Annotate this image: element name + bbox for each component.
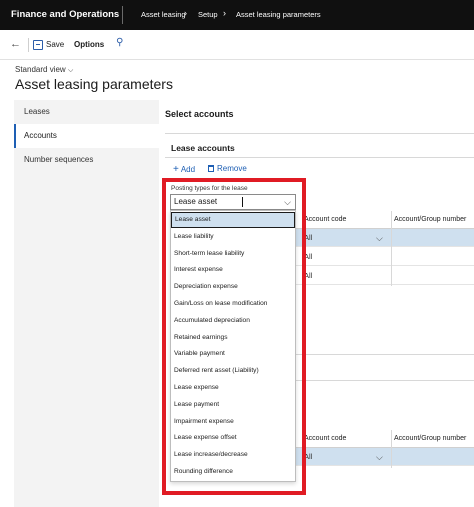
app-title[interactable]: Finance and Operations — [11, 9, 119, 20]
options-button[interactable]: Options — [74, 40, 104, 49]
grid-header: Account code Account/Group number — [294, 211, 474, 229]
column-header-account-code[interactable]: Account code — [304, 216, 346, 223]
search-icon[interactable]: ⚲ — [116, 37, 123, 48]
section-title: Select accounts — [165, 109, 234, 119]
add-button[interactable]: + Add — [173, 164, 195, 175]
action-pane: ← Save Options ⚲ — [0, 30, 474, 60]
breadcrumb-current-page: Asset leasing parameters — [236, 10, 321, 19]
view-name: Standard view — [15, 65, 66, 74]
plus-icon: + — [173, 164, 179, 175]
chevron-down-icon[interactable]: ⌵ — [376, 452, 383, 463]
table-row[interactable]: All ⌵ — [294, 229, 474, 247]
table-row[interactable]: All ⌵ — [294, 448, 474, 466]
topbar-separator — [122, 6, 123, 24]
column-divider — [391, 211, 392, 286]
divider — [165, 133, 474, 134]
save-button[interactable]: Save — [46, 40, 64, 49]
sidebar-item-leases[interactable]: Leases — [14, 100, 159, 124]
view-selector[interactable]: Standard view ⌵ — [15, 65, 73, 75]
sidebar: Leases Accounts Number sequences — [14, 100, 159, 507]
top-nav-bar: Finance and Operations Asset leasing › S… — [0, 0, 474, 30]
chevron-down-icon: ⌵ — [67, 67, 74, 74]
divider — [165, 157, 474, 158]
action-separator — [28, 38, 29, 52]
grid-header: Account code Account/Group number — [294, 430, 474, 448]
save-icon[interactable] — [33, 40, 43, 50]
page-title: Asset leasing parameters — [15, 76, 173, 92]
remove-label: Remove — [217, 164, 247, 173]
breadcrumb-asset-leasing[interactable]: Asset leasing — [141, 10, 186, 19]
column-divider — [391, 430, 392, 468]
divider — [294, 354, 474, 355]
add-label: Add — [180, 165, 196, 174]
remove-button[interactable]: Remove — [208, 164, 247, 173]
divider — [294, 380, 474, 381]
breadcrumb-chevron-icon: › — [184, 8, 187, 18]
lease-accounts-grid: Account code Account/Group number All ⌵ … — [294, 211, 474, 286]
column-header-account-code[interactable]: Account code — [304, 435, 346, 442]
trash-icon — [208, 165, 214, 172]
chevron-down-icon[interactable]: ⌵ — [376, 233, 383, 244]
table-row[interactable]: All — [294, 267, 474, 285]
breadcrumb-setup[interactable]: Setup — [198, 10, 218, 19]
back-arrow-icon[interactable]: ← — [10, 38, 21, 50]
highlight-annotation-frame — [162, 178, 306, 495]
table-row[interactable]: All — [294, 248, 474, 266]
subsection-title: Lease accounts — [171, 143, 235, 153]
breadcrumb-chevron-icon: › — [223, 8, 226, 18]
column-header-account-group-number[interactable]: Account/Group number — [394, 216, 466, 223]
second-accounts-grid: Account code Account/Group number All ⌵ — [294, 430, 474, 468]
sidebar-item-accounts[interactable]: Accounts — [14, 124, 159, 148]
sidebar-item-number-sequences[interactable]: Number sequences — [14, 148, 159, 172]
column-header-account-group-number[interactable]: Account/Group number — [394, 435, 466, 442]
